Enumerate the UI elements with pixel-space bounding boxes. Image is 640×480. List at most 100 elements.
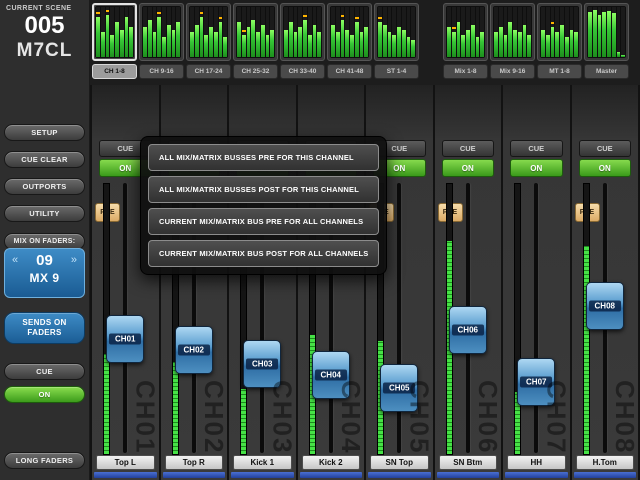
bank-bars — [189, 6, 228, 58]
channel-on-button[interactable]: ON — [510, 159, 563, 177]
channel-meter-fill — [584, 246, 589, 454]
channel-number-watermark: CH02 — [201, 380, 227, 454]
console-model-label: M7CL — [0, 40, 89, 62]
channel-name[interactable]: SN Top — [370, 455, 429, 470]
channel-strip: CUE ON PRE CH08 CH08 H.Tom — [572, 85, 639, 480]
channel-cue-button[interactable]: CUE — [442, 140, 495, 157]
channel-meter-fill — [173, 362, 178, 454]
meter-bank: CH 1-8 — [92, 3, 137, 85]
sidebar-cue-button[interactable]: CUE — [4, 363, 85, 380]
channel-on-button[interactable]: ON — [579, 159, 632, 177]
cue-clear-button[interactable]: CUE CLEAR — [4, 151, 85, 168]
channel-meter — [514, 183, 521, 455]
fader-cap[interactable]: CH07 — [517, 358, 555, 406]
tab-ch-9-16[interactable]: CH 9-16 — [139, 64, 184, 79]
bank-bars — [236, 6, 275, 58]
channel-name[interactable]: Kick 2 — [302, 455, 361, 470]
bank-meter-box — [443, 3, 488, 61]
bank-meter-box — [280, 3, 325, 61]
fader-cap[interactable]: CH03 — [243, 340, 281, 388]
channel-name[interactable]: SN Btm — [439, 455, 498, 470]
bank-bars — [95, 6, 134, 58]
tab-ch-17-24[interactable]: CH 17-24 — [186, 64, 231, 79]
bank-bars — [377, 6, 416, 58]
current-scene-label: CURRENT SCENE — [0, 0, 89, 12]
tab-mix-9-16[interactable]: Mix 9-16 — [490, 64, 535, 79]
fader-track — [397, 183, 401, 453]
outports-button[interactable]: OUTPORTS — [4, 178, 85, 195]
channel-name[interactable]: H.Tom — [576, 455, 635, 470]
fader-cap[interactable]: CH08 — [586, 282, 624, 330]
bank-bars — [283, 6, 322, 58]
fader-cap[interactable]: CH01 — [106, 315, 144, 363]
channel-color-bar — [163, 472, 226, 478]
tab-mt-1-8[interactable]: MT 1-8 — [537, 64, 582, 79]
tab-ch-41-48[interactable]: CH 41-48 — [327, 64, 372, 79]
fader-cap-label: CH06 — [452, 325, 484, 336]
channel-strip: CUE ON PRE CH07 CH07 HH — [503, 85, 570, 480]
channel-color-bar — [231, 472, 294, 478]
tab-master[interactable]: Master — [584, 64, 629, 79]
mix-prev-arrow[interactable]: « — [12, 255, 18, 266]
channel-cue-button[interactable]: CUE — [579, 140, 632, 157]
fader-cap-label: CH08 — [589, 301, 621, 312]
fader-cap[interactable]: CH05 — [380, 364, 418, 412]
bank-meter-box — [584, 3, 629, 61]
utility-button[interactable]: UTILITY — [4, 205, 85, 222]
channel-number-watermark: CH01 — [133, 380, 159, 454]
mix-bus-name: MX 9 — [5, 271, 84, 285]
bank-meter-box — [327, 3, 372, 61]
channel-color-bar — [300, 472, 363, 478]
sidebar-on-button[interactable]: ON — [4, 386, 85, 403]
tab-ch-33-40[interactable]: CH 33-40 — [280, 64, 325, 79]
fader-cap[interactable]: CH02 — [175, 326, 213, 374]
meter-bank: Mix 1-8 — [443, 3, 488, 85]
channel-name[interactable]: Top R — [165, 455, 224, 470]
meter-bank: Mix 9-16 — [490, 3, 535, 85]
tab-mix-1-8[interactable]: Mix 1-8 — [443, 64, 488, 79]
bank-bars — [493, 6, 532, 58]
channel-number-watermark: CH03 — [270, 380, 296, 454]
long-faders-button[interactable]: LONG FADERS — [4, 452, 85, 469]
m7cl-mixer-app: CURRENT SCENE 005 M7CL CH 1-8 CH 9-16 CH… — [0, 0, 640, 480]
bank-bars — [330, 6, 369, 58]
scene-number: 005 — [0, 12, 89, 40]
popup-item-current-bus-post-all-channels[interactable]: CURRENT MIX/MATRIX BUS POST FOR ALL CHAN… — [148, 240, 379, 267]
mix-next-arrow[interactable]: » — [71, 255, 77, 266]
bank-meter-box — [537, 3, 582, 61]
channel-color-bar — [94, 472, 157, 478]
meter-bank: Master — [584, 3, 629, 85]
channel-meter-fill — [104, 354, 109, 454]
meter-bank: MT 1-8 — [537, 3, 582, 85]
channel-cue-button[interactable]: CUE — [510, 140, 563, 157]
channel-on-button[interactable]: ON — [442, 159, 495, 177]
channel-name[interactable]: Top L — [96, 455, 155, 470]
mix-number: 09 — [36, 253, 53, 268]
setup-button[interactable]: SETUP — [4, 124, 85, 141]
bank-bars — [142, 6, 181, 58]
bank-meter-box — [233, 3, 278, 61]
sends-pre-post-menu: ALL MIX/MATRIX BUSSES PRE FOR THIS CHANN… — [140, 136, 387, 275]
bank-bars — [446, 6, 485, 58]
channel-name[interactable]: Kick 1 — [233, 455, 292, 470]
channel-name[interactable]: HH — [507, 455, 566, 470]
tab-ch-25-32[interactable]: CH 25-32 — [233, 64, 278, 79]
popup-item-current-bus-pre-all-channels[interactable]: CURRENT MIX/MATRIX BUS PRE FOR ALL CHANN… — [148, 208, 379, 235]
meter-bank: CH 33-40 — [280, 3, 325, 85]
mix-select-panel: « 09 » MX 9 — [4, 248, 85, 298]
fader-cap[interactable]: CH06 — [449, 306, 487, 354]
sends-on-faders-button[interactable]: SENDS ON FADERS — [4, 312, 85, 344]
bank-meter-box — [139, 3, 184, 61]
fader-cap-label: CH02 — [178, 345, 210, 356]
fader-track — [534, 183, 538, 453]
popup-item-all-busses-pre-this-channel[interactable]: ALL MIX/MATRIX BUSSES PRE FOR THIS CHANN… — [148, 144, 379, 171]
sidebar: SETUP CUE CLEAR OUTPORTS UTILITY MIX ON … — [0, 85, 90, 480]
meter-bridge: CH 1-8 CH 9-16 CH 17-24 CH 25-32 CH 33-4… — [90, 0, 640, 85]
fader-cap[interactable]: CH04 — [312, 351, 350, 399]
channel-meter-fill — [241, 389, 246, 454]
tab-ch-1-8[interactable]: CH 1-8 — [92, 64, 137, 79]
fader-cap-label: CH04 — [315, 370, 347, 381]
popup-item-all-busses-post-this-channel[interactable]: ALL MIX/MATRIX BUSSES POST FOR THIS CHAN… — [148, 176, 379, 203]
tab-st-1-4[interactable]: ST 1-4 — [374, 64, 419, 79]
fader-cap-label: CH01 — [109, 334, 141, 345]
